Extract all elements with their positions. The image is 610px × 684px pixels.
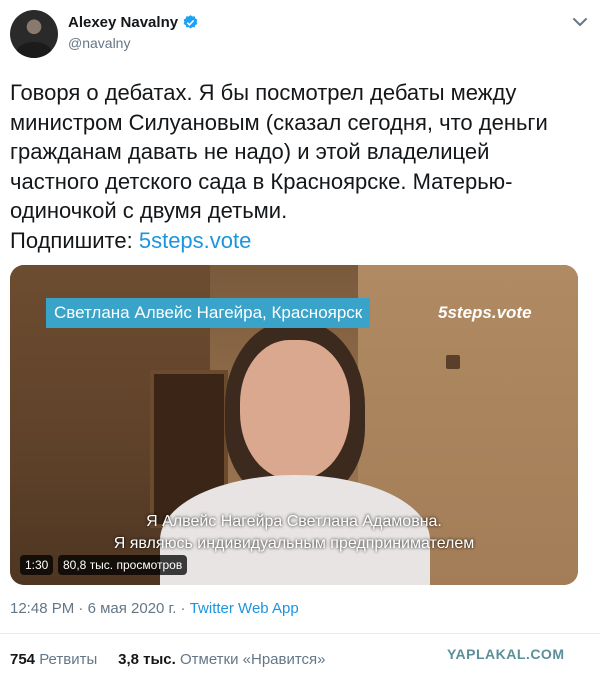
sign-prefix: Подпишите: xyxy=(10,227,139,253)
tweet-link[interactable]: 5steps.vote xyxy=(139,228,252,253)
verified-badge-icon xyxy=(183,15,198,29)
likes-count: 3,8 тыс. xyxy=(118,651,176,668)
subtitle-line-2: Я являюсь индивидуальным предпринимателе… xyxy=(113,535,475,552)
tweet-time[interactable]: 12:48 PM xyxy=(10,600,74,617)
retweets-stat[interactable]: 754 Ретвиты xyxy=(10,651,97,668)
subtitle-line-1: Я Алвейс Нагейра Светлана Адамовна. xyxy=(146,513,442,530)
video-person-face xyxy=(240,340,350,480)
author-name-row[interactable]: Alexey Navalny xyxy=(68,14,199,31)
chevron-down-icon[interactable] xyxy=(570,12,590,32)
likes-label: Отметки «Нравится» xyxy=(179,651,326,668)
site-watermark: YAPLAKAL.COM xyxy=(447,646,565,662)
author-info: Alexey Navalny @navalny xyxy=(68,14,199,51)
tweet-text: Говоря о дебатах. Я бы посмотрел дебаты … xyxy=(10,78,580,255)
tweet-date[interactable]: 6 мая 2020 г. xyxy=(88,600,177,617)
tweet-stats: 754 Ретвиты 3,8 тыс. Отметки «Нравится» xyxy=(10,651,326,668)
video-player[interactable]: Светлана Алвейс Нагейра, Красноярск 5ste… xyxy=(10,265,578,585)
author-name[interactable]: Alexey Navalny xyxy=(68,14,178,31)
avatar[interactable] xyxy=(10,10,58,58)
tweet-body: Говоря о дебатах. Я бы посмотрел дебаты … xyxy=(10,80,548,223)
video-caption-name: Светлана Алвейс Нагейра, Красноярск xyxy=(46,298,371,328)
divider xyxy=(0,633,600,634)
video-views: 80,8 тыс. просмотров xyxy=(58,555,188,575)
video-scene-socket xyxy=(446,355,460,369)
video-subtitles: Я Алвейс Нагейра Светлана Адамовна. Я яв… xyxy=(10,511,578,555)
video-watermark: 5steps.vote xyxy=(438,303,532,322)
author-handle[interactable]: @navalny xyxy=(68,35,199,51)
video-duration: 1:30 xyxy=(20,555,54,575)
retweets-label: Ретвиты xyxy=(39,651,98,668)
avatar-image xyxy=(16,42,52,58)
meta-separator-2: · xyxy=(176,600,190,617)
retweets-count: 754 xyxy=(10,651,36,668)
meta-separator: · xyxy=(74,600,88,617)
tweet-header: Alexey Navalny @navalny xyxy=(10,10,590,60)
likes-stat[interactable]: 3,8 тыс. Отметки «Нравится» xyxy=(118,651,325,668)
tweet-meta: 12:48 PM · 6 мая 2020 г. · Twitter Web A… xyxy=(10,600,299,617)
tweet-app-link[interactable]: Twitter Web App xyxy=(190,600,299,617)
